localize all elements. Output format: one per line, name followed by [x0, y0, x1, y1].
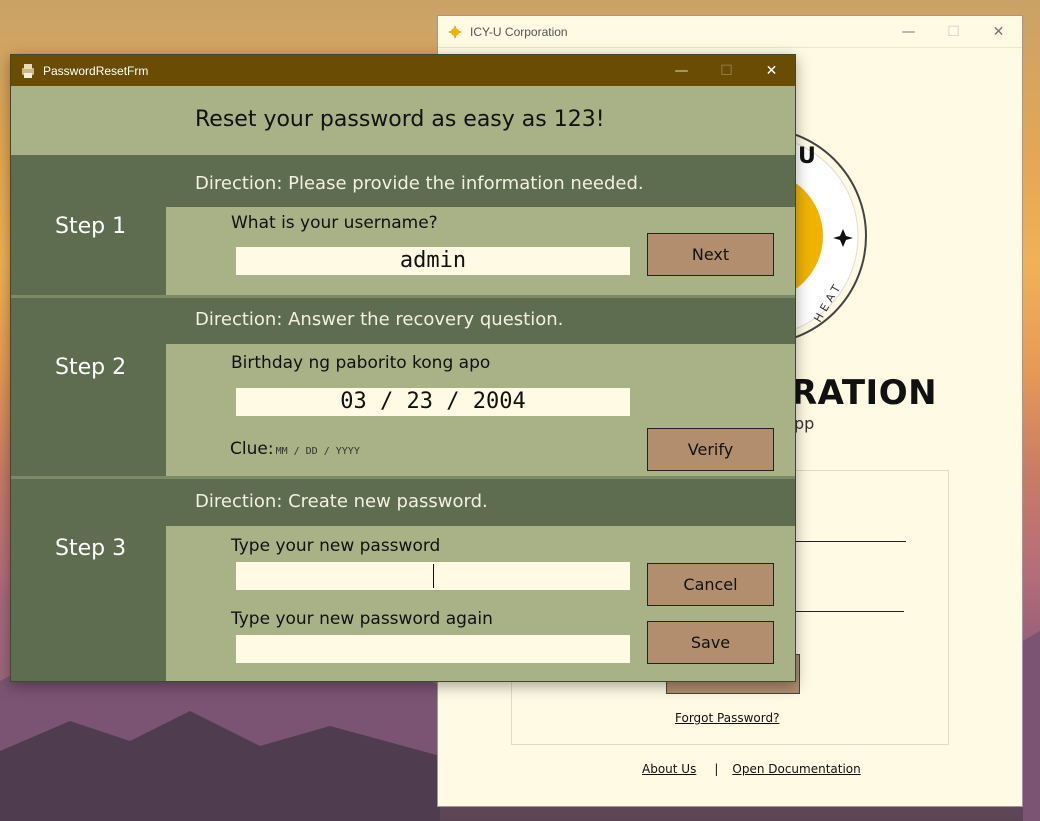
clue-text: Clue: MM / DD / YYYY — [230, 439, 360, 459]
username-underline — [794, 541, 906, 542]
forgot-password-link[interactable]: Forgot Password? — [675, 711, 779, 725]
minimize-button[interactable]: — — [886, 16, 931, 47]
password-reset-title-bar[interactable]: PasswordResetFrm — ☐ ✕ — [11, 55, 795, 86]
username-input[interactable]: admin — [236, 247, 630, 275]
logo-letter: U — [798, 144, 816, 169]
save-button[interactable]: Save — [647, 621, 774, 664]
password-underline — [794, 611, 904, 612]
birthday-input[interactable]: 03 / 23 / 2004 — [236, 388, 630, 416]
about-us-link[interactable]: About Us — [642, 762, 696, 776]
password-reset-title: PasswordResetFrm — [43, 63, 149, 78]
text-cursor — [433, 564, 434, 588]
username-question: What is your username? — [231, 213, 438, 233]
step2-label: Step 2 — [55, 355, 127, 380]
maximize-button[interactable]: ☐ — [931, 16, 976, 47]
front-maximize-button[interactable]: ☐ — [704, 55, 749, 86]
step-divider — [11, 295, 795, 298]
front-close-button[interactable]: ✕ — [749, 55, 794, 86]
page-title: Reset your password as easy as 123! — [195, 107, 605, 132]
step1-direction: Direction: Please provide the informatio… — [195, 173, 644, 194]
main-window-title: ICY-U Corporation — [470, 24, 568, 39]
confirm-password-label: Type your new password again — [231, 609, 493, 629]
cancel-button[interactable]: Cancel — [647, 563, 774, 606]
footer-links: About Us | Open Documentation — [642, 762, 861, 776]
printer-icon — [22, 63, 34, 78]
step3-panel: Type your new password Cancel Type your … — [166, 526, 795, 681]
step3-direction: Direction: Create new password. — [195, 491, 488, 512]
confirm-password-input[interactable] — [236, 635, 630, 663]
new-password-label: Type your new password — [231, 536, 441, 556]
verify-button[interactable]: Verify — [647, 428, 774, 471]
step3-label: Step 3 — [55, 536, 127, 561]
recovery-question: Birthday ng paborito kong apo — [231, 353, 491, 373]
close-button[interactable]: ✕ — [976, 16, 1021, 47]
company-subtitle: pp — [794, 414, 815, 433]
clue-format: MM / DD / YYYY — [275, 446, 360, 457]
main-window-title-bar[interactable]: ICY-U Corporation — ☐ ✕ — [438, 16, 1022, 48]
step-divider — [11, 476, 795, 479]
next-button[interactable]: Next — [647, 233, 774, 276]
step1-label: Step 1 — [55, 214, 127, 239]
company-name: RATION — [791, 373, 938, 413]
step1-panel: What is your username? admin Next — [166, 207, 795, 295]
footer-separator: | — [714, 762, 719, 776]
front-minimize-button[interactable]: — — [659, 55, 704, 86]
header-band: Reset your password as easy as 123! — [11, 86, 795, 155]
open-documentation-link[interactable]: Open Documentation — [732, 762, 860, 776]
password-reset-window: PasswordResetFrm — ☐ ✕ Reset your passwo… — [10, 54, 796, 682]
clue-label: Clue: — [230, 439, 274, 459]
step2-panel: Birthday ng paborito kong apo 03 / 23 / … — [166, 344, 795, 476]
step2-direction: Direction: Answer the recovery question. — [195, 309, 564, 330]
sun-icon — [448, 24, 462, 39]
